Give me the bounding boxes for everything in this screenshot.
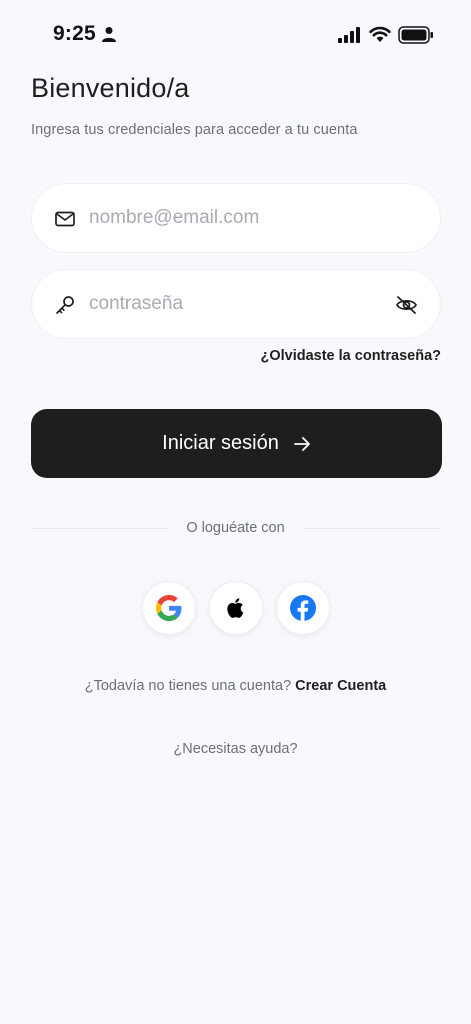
forgot-password-link[interactable]: ¿Olvidaste la contraseña? bbox=[260, 348, 441, 364]
create-account-link[interactable]: Crear Cuenta bbox=[295, 678, 386, 694]
login-button[interactable]: Iniciar sesión bbox=[31, 409, 442, 478]
battery-icon bbox=[398, 26, 433, 44]
wifi-icon bbox=[369, 26, 391, 42]
person-icon bbox=[102, 27, 116, 42]
arrow-right-icon bbox=[293, 436, 310, 451]
facebook-login-button[interactable] bbox=[276, 581, 330, 635]
facebook-icon bbox=[290, 595, 316, 621]
login-button-label: Iniciar sesión bbox=[162, 432, 279, 454]
apple-icon bbox=[227, 598, 244, 618]
password-field[interactable] bbox=[31, 269, 441, 339]
apple-login-button[interactable] bbox=[209, 581, 263, 635]
password-input[interactable] bbox=[89, 284, 389, 324]
divider-line-right bbox=[303, 528, 441, 529]
mail-icon bbox=[55, 211, 75, 227]
email-input[interactable] bbox=[89, 198, 389, 238]
eye-off-icon[interactable] bbox=[395, 294, 418, 316]
cellular-signal-icon bbox=[338, 27, 360, 43]
status-bar: 9:25 bbox=[0, 0, 471, 70]
google-login-button[interactable] bbox=[142, 581, 196, 635]
signup-prompt: ¿Todavía no tienes una cuenta? bbox=[84, 678, 292, 694]
key-icon bbox=[56, 296, 74, 314]
signup-row: ¿Todavía no tienes una cuenta? Crear Cue… bbox=[0, 678, 471, 694]
help-link[interactable]: ¿Necesitas ayuda? bbox=[0, 741, 471, 757]
status-time: 9:25 bbox=[53, 22, 96, 45]
email-field[interactable] bbox=[31, 183, 441, 253]
page-subtitle: Ingresa tus credenciales para acceder a … bbox=[31, 122, 358, 138]
page-title: Bienvenido/a bbox=[31, 73, 190, 103]
google-icon bbox=[156, 595, 182, 621]
login-screen: 9:25 Bienvenido/a Ingresa tus credencial… bbox=[0, 0, 471, 1024]
